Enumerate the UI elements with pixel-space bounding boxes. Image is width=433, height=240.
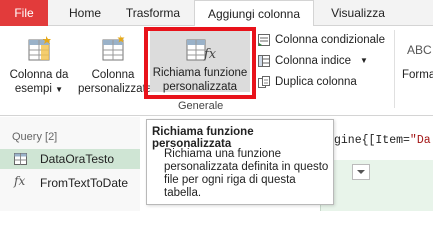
query-item-label: FromTextToDate bbox=[40, 176, 129, 190]
tooltip-title: Richiama funzione personalizzata bbox=[152, 126, 254, 150]
function-icon: fx bbox=[14, 174, 26, 188]
formula-text: gine{[Item="Da bbox=[334, 134, 431, 147]
column-from-examples-label-2: esempi bbox=[14, 83, 52, 95]
query-item-label: DataOraTesto bbox=[40, 152, 115, 166]
conditional-column-label: Colonna condizionale bbox=[275, 34, 385, 46]
formula-string: "Da bbox=[409, 134, 431, 147]
queries-pane: Query [2] DataOraTesto fx FromTextToDate bbox=[0, 117, 140, 211]
custom-column-icon bbox=[102, 35, 125, 61]
chevron-down-icon[interactable]: ▼ bbox=[55, 85, 63, 94]
highlight-frame bbox=[144, 27, 256, 99]
tab-transform[interactable]: Trasforma bbox=[118, 0, 188, 26]
group-label-general: Generale bbox=[178, 100, 224, 112]
group-separator bbox=[394, 30, 395, 108]
tab-file[interactable]: File bbox=[0, 0, 48, 26]
column-filter-dropdown[interactable] bbox=[352, 164, 370, 180]
ribbon-tab-bar: File Home Trasforma Aggiungi colonna Vis… bbox=[0, 0, 433, 27]
format-icon: ABC bbox=[407, 43, 432, 57]
tab-view[interactable]: Visualizza bbox=[320, 0, 396, 26]
chevron-down-icon[interactable]: ▼ bbox=[360, 52, 368, 70]
tooltip: Richiama funzione personalizzata Richiam… bbox=[146, 119, 334, 205]
table-icon bbox=[14, 153, 27, 165]
custom-column-label-2: personalizzata bbox=[78, 83, 153, 95]
conditional-column-button[interactable]: Colonna condizionale bbox=[258, 31, 388, 49]
format-button[interactable]: ABC Forma bbox=[398, 30, 433, 98]
format-label: Forma bbox=[402, 69, 433, 81]
index-column-button[interactable]: Colonna indice ▼ bbox=[258, 52, 388, 70]
custom-column-button[interactable]: Colonna personalizzata bbox=[78, 30, 153, 98]
column-from-examples-button[interactable]: Colonna da esempi ▼ bbox=[2, 30, 76, 98]
duplicate-column-button[interactable]: Duplica colonna bbox=[258, 73, 388, 91]
chevron-down-icon bbox=[357, 170, 365, 174]
svg-text:ABC: ABC bbox=[407, 43, 432, 57]
query-item-fromtexttodate[interactable]: fx FromTextToDate bbox=[0, 173, 140, 193]
formula-prefix: gine{[Item= bbox=[334, 134, 410, 147]
custom-column-label-1: Colonna bbox=[91, 69, 135, 81]
index-column-label: Colonna indice bbox=[275, 55, 352, 67]
duplicate-column-label: Duplica colonna bbox=[275, 76, 357, 88]
duplicate-column-icon bbox=[258, 76, 270, 88]
data-grid-fragment bbox=[320, 160, 433, 211]
column-from-examples-icon bbox=[28, 36, 51, 61]
column-from-examples-label-row: esempi ▼ bbox=[2, 82, 76, 97]
conditional-column-icon bbox=[258, 34, 270, 46]
queries-header: Query [2] bbox=[12, 131, 58, 143]
tooltip-body: Richiama una funzione personalizzata def… bbox=[164, 148, 329, 199]
tab-home[interactable]: Home bbox=[58, 0, 112, 26]
query-item-dataoratesto[interactable]: DataOraTesto bbox=[0, 149, 140, 169]
tab-add-column[interactable]: Aggiungi colonna bbox=[194, 0, 314, 27]
column-from-examples-label-1: Colonna da bbox=[9, 69, 69, 81]
index-column-icon bbox=[258, 55, 270, 67]
